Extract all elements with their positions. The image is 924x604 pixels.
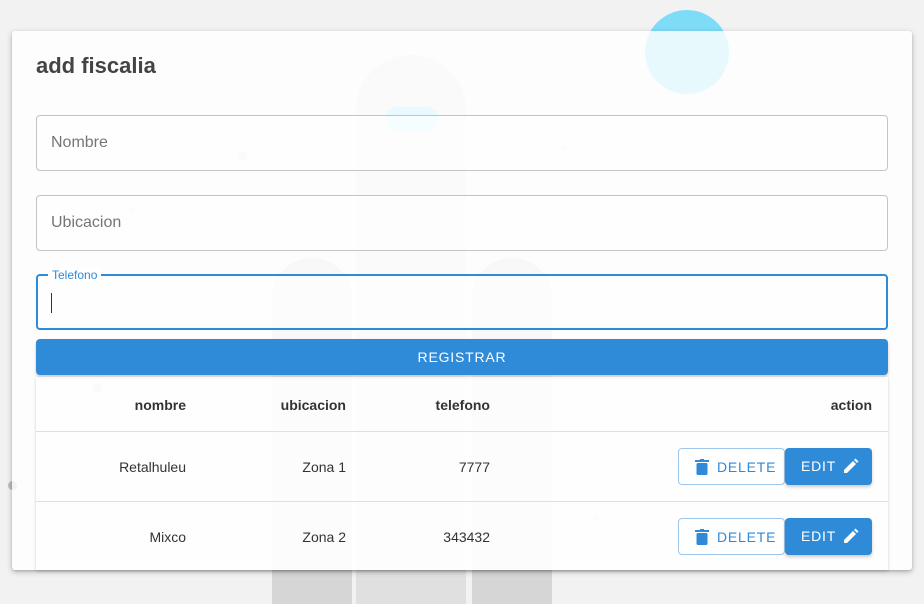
telefono-field[interactable]: Telefono bbox=[36, 268, 888, 330]
trash-icon bbox=[695, 529, 709, 548]
edit-label: EDIT bbox=[801, 528, 837, 544]
fiscalia-table: nombre ubicacion telefono action Retalhu… bbox=[36, 377, 888, 570]
edit-button[interactable]: EDIT bbox=[785, 518, 872, 555]
nombre-field[interactable]: Nombre bbox=[36, 115, 888, 171]
cell-nombre: Mixco bbox=[149, 529, 186, 545]
add-fiscalia-card: add fiscalia Nombre Ubicacion Telefono R… bbox=[12, 31, 912, 570]
header-action: action bbox=[830, 397, 872, 413]
cell-nombre: Retalhuleu bbox=[119, 459, 186, 475]
nombre-placeholder: Nombre bbox=[51, 134, 108, 151]
cell-ubicacion: Zona 1 bbox=[302, 459, 346, 475]
edit-label: EDIT bbox=[801, 458, 837, 474]
text-caret bbox=[51, 293, 52, 313]
cell-telefono: 343432 bbox=[443, 529, 490, 545]
edit-button[interactable]: EDIT bbox=[785, 448, 872, 485]
pencil-icon bbox=[843, 458, 859, 477]
register-button[interactable]: REGISTRAR bbox=[36, 339, 888, 375]
pencil-icon bbox=[843, 528, 859, 547]
ubicacion-field[interactable]: Ubicacion bbox=[36, 195, 888, 251]
delete-label: DELETE bbox=[717, 459, 777, 475]
trash-icon bbox=[695, 459, 709, 478]
table-header-row: nombre ubicacion telefono action bbox=[36, 377, 888, 432]
telefono-label: Telefono bbox=[48, 268, 102, 282]
table-row: Mixco Zona 2 343432 DELETE EDIT bbox=[36, 502, 888, 570]
page-title: add fiscalia bbox=[36, 53, 156, 78]
delete-button[interactable]: DELETE bbox=[678, 448, 785, 485]
delete-label: DELETE bbox=[717, 529, 777, 545]
header-telefono[interactable]: telefono bbox=[396, 397, 490, 413]
delete-button[interactable]: DELETE bbox=[678, 518, 785, 555]
ubicacion-placeholder: Ubicacion bbox=[51, 214, 122, 231]
header-nombre[interactable]: nombre bbox=[76, 397, 186, 413]
table-row: Retalhuleu Zona 1 7777 DELETE EDIT bbox=[36, 432, 888, 502]
cell-ubicacion: Zona 2 bbox=[302, 529, 346, 545]
cell-telefono: 7777 bbox=[458, 459, 490, 475]
header-ubicacion[interactable]: ubicacion bbox=[246, 397, 346, 413]
